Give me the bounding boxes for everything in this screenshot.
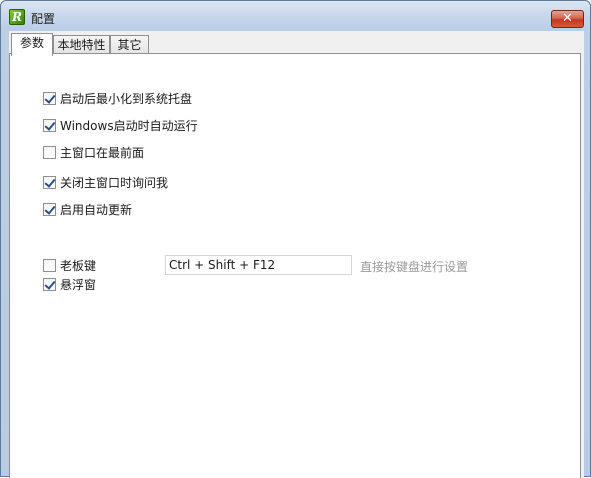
option-boss-key[interactable]: 老板键 (43, 257, 96, 273)
option-float-window[interactable]: 悬浮窗 (43, 276, 96, 292)
float-window-label: 悬浮窗 (60, 277, 97, 292)
ask-on-close-checkbox[interactable] (43, 175, 56, 189)
minimize-to-tray-checkbox[interactable] (43, 91, 56, 105)
tab-other[interactable]: 其它 (110, 35, 149, 55)
tab-local-features[interactable]: 本地特性 (53, 35, 110, 55)
always-on-top-checkbox[interactable] (43, 145, 56, 159)
always-on-top-label: 主窗口在最前面 (60, 145, 145, 160)
auto-update-checkbox[interactable] (43, 202, 56, 216)
option-minimize-to-tray[interactable]: 启动后最小化到系统托盘 (43, 90, 192, 106)
window-title: 配置 (31, 12, 56, 26)
parameters-panel: 启动后最小化到系统托盘 Windows启动时自动运行 主窗口在最前面 关闭主窗口… (9, 53, 581, 478)
autostart-checkbox[interactable] (43, 118, 56, 132)
minimize-to-tray-label: 启动后最小化到系统托盘 (60, 91, 193, 106)
boss-key-label: 老板键 (60, 258, 97, 273)
option-auto-update[interactable]: 启用自动更新 (43, 201, 132, 217)
app-logo-icon: R (9, 9, 25, 25)
tab-parameters[interactable]: 参数 (11, 33, 53, 56)
option-always-on-top[interactable]: 主窗口在最前面 (43, 144, 144, 160)
close-button[interactable]: ✕ (551, 10, 584, 28)
boss-key-checkbox[interactable] (43, 258, 56, 272)
option-ask-on-close[interactable]: 关闭主窗口时询问我 (43, 174, 168, 190)
boss-key-hotkey-input[interactable] (165, 255, 352, 275)
auto-update-label: 启用自动更新 (60, 202, 133, 217)
option-autostart[interactable]: Windows启动时自动运行 (43, 117, 198, 133)
float-window-checkbox[interactable] (43, 277, 56, 291)
dialog-client-area: 参数 本地特性 其它 启动后最小化到系统托盘 Windows启动时自动运行 主窗… (9, 31, 584, 478)
ask-on-close-label: 关闭主窗口时询问我 (60, 175, 169, 190)
tab-strip: 参数 本地特性 其它 (9, 33, 584, 56)
config-window: R 配置 ✕ 参数 本地特性 其它 启动后最小化到系统托盘 Windows启动时… (0, 0, 591, 478)
autostart-label: Windows启动时自动运行 (60, 118, 198, 133)
hotkey-hint: 直接按键盘进行设置 (360, 260, 469, 274)
title-bar[interactable]: R 配置 ✕ (1, 1, 590, 31)
